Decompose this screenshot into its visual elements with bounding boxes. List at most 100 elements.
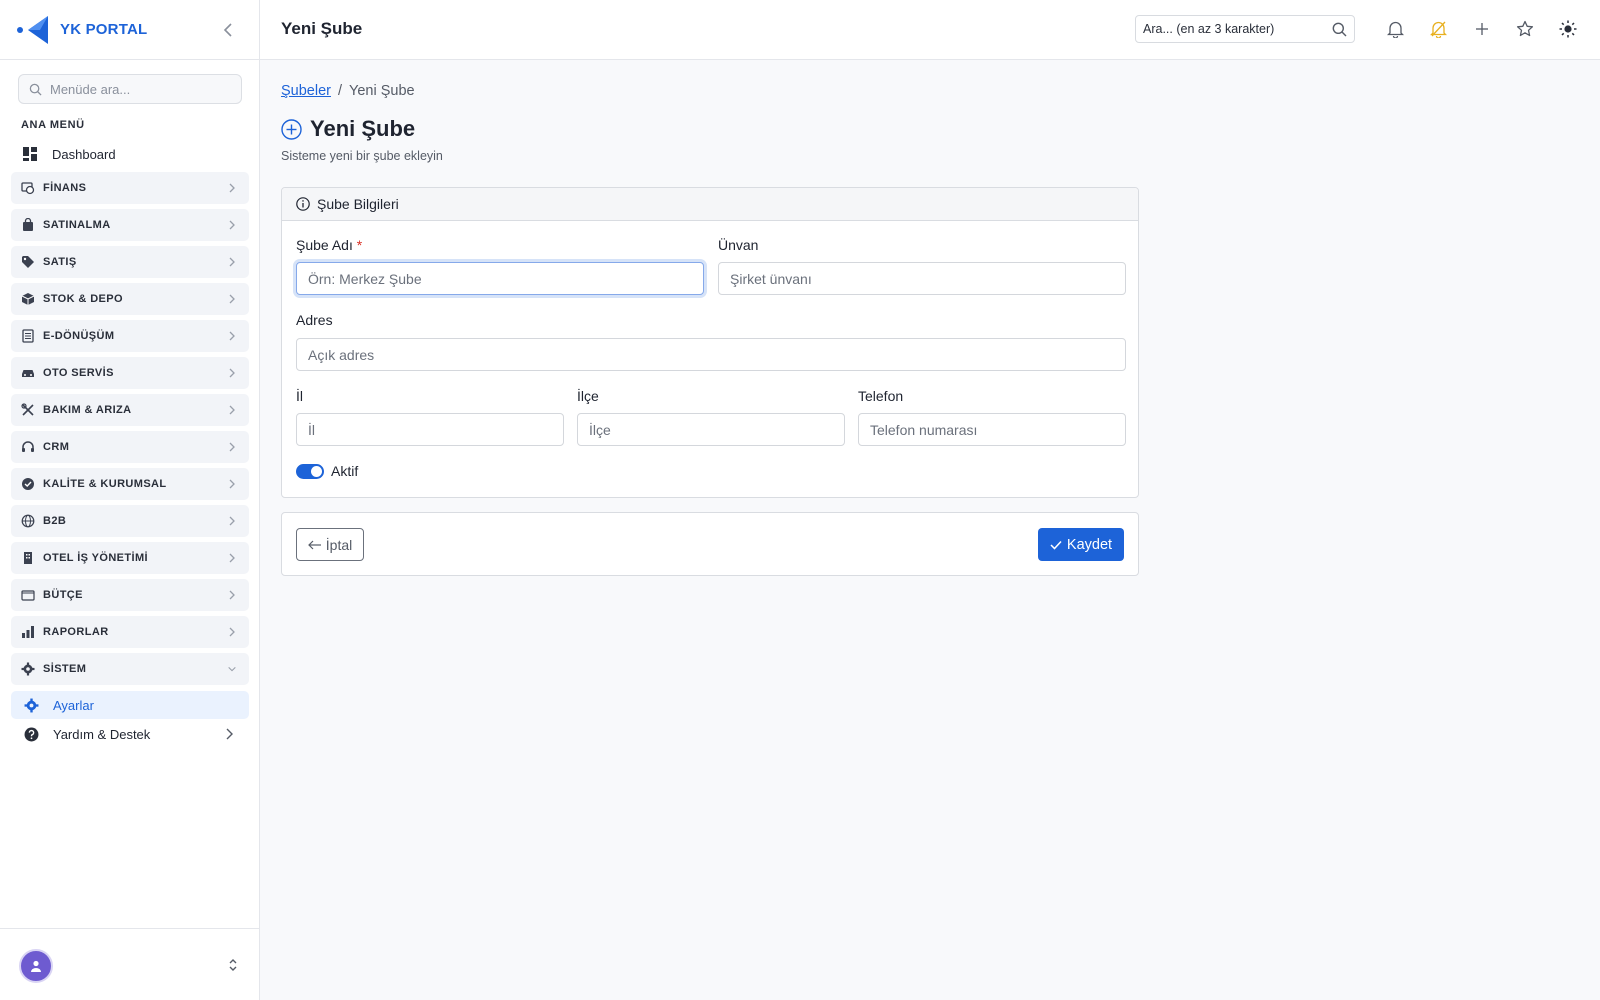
sidebar-group-label: B2B (43, 515, 67, 527)
shopping-bag-icon (23, 218, 33, 231)
user-menu[interactable] (0, 928, 259, 1000)
sun-icon (1559, 20, 1577, 38)
city-input[interactable] (296, 413, 564, 446)
plus-circle-icon (281, 118, 302, 140)
global-search-box[interactable] (1135, 15, 1355, 43)
headset-icon (22, 441, 34, 452)
sidebar-group-label: RAPORLAR (43, 626, 109, 638)
sidebar-group-bakim-ariza[interactable]: BAKIM & ARIZA (11, 394, 249, 426)
phone-label: Telefon (858, 388, 904, 404)
save-button[interactable]: Kaydet (1038, 528, 1124, 561)
card-title: Şube Bilgileri (317, 196, 399, 212)
theme-toggle-button[interactable] (1558, 19, 1578, 39)
phone-input[interactable] (858, 413, 1126, 446)
sidebar-group-stok-depo[interactable]: STOK & DEPO (11, 283, 249, 315)
sidebar-group-e-donusum[interactable]: E-DÖNÜŞÜM (11, 320, 249, 352)
sidebar-group-crm[interactable]: CRM (11, 431, 249, 463)
brand-logo-icon (17, 15, 48, 44)
cancel-button[interactable]: İptal (296, 528, 364, 561)
chevron-right-icon (229, 294, 235, 304)
sidebar-group-label: SATINALMA (43, 219, 111, 231)
menu-search-input[interactable] (50, 81, 230, 97)
sidebar-item-label: Dashboard (52, 146, 116, 162)
sidebar-group-label: KALİTE & KURUMSAL (43, 478, 167, 490)
cancel-button-label: İptal (325, 536, 353, 553)
branch-info-card: Şube Bilgileri Şube Adı * Ünvan Adres İl… (281, 187, 1139, 498)
brand-name[interactable]: YK PORTAL (60, 21, 147, 38)
brand-header: YK PORTAL (0, 0, 259, 60)
plus-icon (1476, 23, 1488, 35)
sidebar-group-label: BÜTÇE (43, 589, 83, 601)
notifications-button[interactable] (1385, 19, 1405, 39)
topbar: Yeni Şube (260, 0, 1600, 60)
badge-check-icon (22, 478, 34, 490)
toggle-knob (311, 465, 322, 477)
sidebar-group-raporlar[interactable]: RAPORLAR (11, 616, 249, 648)
sidebar-item-dashboard[interactable]: Dashboard (22, 143, 116, 165)
breadcrumb-current: Yeni Şube (349, 83, 415, 99)
sidebar-group-satis[interactable]: SATIŞ (11, 246, 249, 278)
check-icon (1050, 540, 1062, 550)
sidebar-item-ayarlar[interactable]: Ayarlar (11, 691, 249, 719)
sidebar-groups: FİNANS SATINALMA SATIŞ STOK & DEPO E-DÖN… (11, 172, 249, 690)
city-label: İl (296, 388, 303, 404)
document-icon (22, 329, 34, 343)
breadcrumb-parent-link[interactable]: Şubeler (281, 83, 331, 99)
global-search-input[interactable] (1143, 22, 1328, 36)
sidebar-item-label: Yardım & Destek (53, 726, 151, 742)
favorites-button[interactable] (1515, 19, 1535, 39)
chevron-right-icon (229, 516, 235, 526)
sidebar-group-sistem[interactable]: SİSTEM (11, 653, 249, 685)
search-icon[interactable] (1332, 22, 1347, 37)
sidebar-group-oto-servis[interactable]: OTO SERVİS (11, 357, 249, 389)
chevron-right-icon (229, 479, 235, 489)
sidebar-group-b2b[interactable]: B2B (11, 505, 249, 537)
chevron-right-icon (226, 728, 233, 740)
sidebar-group-label: E-DÖNÜŞÜM (43, 330, 115, 342)
info-icon (296, 197, 310, 211)
sidebar-group-finans[interactable]: FİNANS (11, 172, 249, 204)
chevron-right-icon (229, 553, 235, 563)
sidebar-group-label: OTEL İŞ YÖNETİMİ (43, 552, 149, 564)
sidebar-group-label: STOK & DEPO (43, 293, 123, 305)
avatar[interactable] (19, 949, 53, 983)
active-toggle-row: Aktif (296, 463, 358, 479)
sidebar-group-butce[interactable]: BÜTÇE (11, 579, 249, 611)
menu-search-box[interactable] (18, 74, 242, 104)
sidebar-group-label: SATIŞ (43, 256, 77, 268)
sidebar-group-label: OTO SERVİS (43, 367, 114, 379)
add-button[interactable] (1472, 19, 1492, 39)
chevron-right-icon (229, 627, 235, 637)
tools-icon (21, 403, 34, 416)
sidebar-group-satinalma[interactable]: SATINALMA (11, 209, 249, 241)
address-input[interactable] (296, 338, 1126, 371)
sidebar-item-help[interactable]: Yardım & Destek (24, 723, 234, 745)
dashboard-icon (23, 147, 37, 161)
bell-slash-icon (1429, 21, 1447, 38)
address-label: Adres (296, 312, 333, 328)
mute-notifications-button[interactable] (1428, 19, 1448, 39)
collapse-sidebar-icon[interactable] (219, 20, 237, 40)
car-icon (22, 370, 34, 377)
sidebar-group-otel[interactable]: OTEL İŞ YÖNETİMİ (11, 542, 249, 574)
page-title-row: Yeni Şube (281, 116, 415, 142)
branch-name-label-text: Şube Adı (296, 237, 353, 253)
sidebar-group-kalite-kurumsal[interactable]: KALİTE & KURUMSAL (11, 468, 249, 500)
sidebar-group-label: BAKIM & ARIZA (43, 404, 132, 416)
district-input[interactable] (577, 413, 845, 446)
active-toggle[interactable] (296, 463, 324, 479)
bar-chart-icon (22, 626, 34, 638)
tag-icon (22, 256, 34, 268)
sidebar-item-label: Ayarlar (53, 697, 94, 713)
title-input[interactable] (718, 262, 1126, 295)
chevron-up-down-icon[interactable] (227, 957, 239, 973)
sidebar-group-label: FİNANS (43, 182, 87, 194)
active-toggle-label: Aktif (331, 463, 359, 479)
page-header-title: Yeni Şube (281, 19, 363, 38)
branch-name-input[interactable] (296, 262, 704, 295)
chevron-down-icon (228, 666, 236, 672)
page-subtitle: Sisteme yeni bir şube ekleyin (281, 149, 443, 163)
breadcrumb: Şubeler / Yeni Şube (281, 83, 415, 99)
globe-icon (21, 514, 35, 528)
gear-icon (24, 698, 39, 712)
